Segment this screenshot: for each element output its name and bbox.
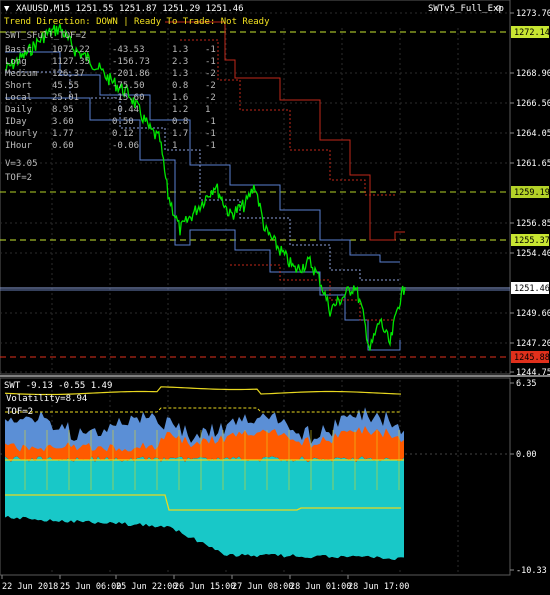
stats-cell: -1: [205, 129, 216, 139]
price-tick-label: 1268.90: [516, 69, 550, 79]
stats-cell: -156.73: [112, 57, 150, 67]
status-line: Trend Direction: DOWN | Ready To Trade: …: [4, 17, 270, 27]
stats-cell: Local: [5, 93, 32, 103]
stats-cell: Short: [5, 81, 32, 91]
price-level-value: 1245.88: [514, 353, 550, 363]
stats-cell: IDay: [5, 117, 27, 127]
price-level-value: 1272.14: [514, 28, 550, 38]
stats-cell: 2.3: [172, 57, 188, 67]
stats-cell: -43.53: [112, 45, 145, 55]
terminal-chart-window: 1272.14 1259.19 1255.37 1251.46 1245.88 1273…: [0, 0, 550, 595]
stats-cell: IHour: [5, 141, 33, 151]
stats-cell: -1: [205, 141, 216, 151]
stats-cell: 1.6: [172, 93, 188, 103]
tof-value: TOF=2: [5, 173, 32, 183]
price-tick-label: 1264.05: [516, 129, 550, 139]
sub-tick-label: 0.00: [516, 450, 536, 460]
stats-cell: 1.7: [172, 129, 188, 139]
stats-cell: -15.60: [112, 93, 145, 103]
time-tick-label: 25 Jun 06:00: [60, 582, 121, 592]
stats-cell: 0.60: [52, 141, 74, 151]
time-tick-label: 27 Jun 08:00: [232, 582, 293, 592]
price-level-value: 1251.46: [514, 284, 550, 294]
stats-cell: 1072.22: [52, 45, 90, 55]
stats-cell: -75.50: [112, 81, 145, 91]
stats-cell: 126.37: [52, 69, 85, 79]
sub-tick-label: -10.33: [516, 566, 547, 576]
sub-value-axis: 6.35 0.00 -10.33: [510, 379, 547, 576]
stats-cell: Daily: [5, 105, 33, 115]
price-level-value: 1255.37: [514, 236, 550, 246]
price-tick-label: 1261.65: [516, 159, 550, 169]
dropdown-arrow-icon[interactable]: ▼: [4, 4, 10, 14]
stats-cell: -0.06: [112, 141, 139, 151]
stats-cell: 45.55: [52, 81, 79, 91]
stats-cell: 0.8: [172, 81, 188, 91]
sub-tof-value: TOF=2: [6, 407, 33, 417]
smiley-icon: ☺: [496, 4, 502, 14]
time-axis: 22 Jun 2018 25 Jun 06:0025 Jun 22:0026 Ju…: [1, 575, 409, 592]
stats-cell: 1: [205, 105, 210, 115]
stats-cell: 3.60: [52, 117, 74, 127]
price-tick-label: 1249.60: [516, 309, 550, 319]
price-tick-label: 1254.40: [516, 249, 550, 259]
stats-cell: Hourly: [5, 129, 38, 139]
stats-cell: 0.8: [172, 117, 188, 127]
price-tick-label: 1266.50: [516, 99, 550, 109]
stats-cell: -2: [205, 69, 216, 79]
stats-cell: 1.3: [172, 45, 188, 55]
price-tick-label: 1244.75: [516, 368, 550, 378]
stats-cell: Medium: [5, 69, 38, 79]
stats-cell: -1: [205, 117, 216, 127]
stats-cell: 8.95: [52, 105, 74, 115]
v-value: V=3.05: [5, 159, 38, 169]
stats-cell: 0.12: [112, 129, 134, 139]
stats-cell: 1: [172, 141, 177, 151]
stats-cell: -1: [205, 45, 216, 55]
price-level-value: 1259.19: [514, 188, 550, 198]
sub-tick-label: 6.35: [516, 379, 536, 389]
time-tick-label: 26 Jun 15:00: [174, 582, 235, 592]
swt-info-line: SWT_SFull_TOF=2: [5, 31, 86, 41]
chart-canvas[interactable]: 1272.14 1259.19 1255.37 1251.46 1245.88 1273…: [0, 0, 550, 595]
time-tick-label: 22 Jun 2018: [2, 582, 58, 592]
stats-cell: Basic: [5, 45, 32, 55]
stats-cell: -2: [205, 81, 216, 91]
stats-cell: 0.50: [112, 117, 134, 127]
symbol-info: XAUUSD,M15 1251.55 1251.87 1251.29 1251.…: [16, 4, 244, 14]
price-tick-label: 1273.70: [516, 9, 550, 19]
time-tick-label: 28 Jun 01:00: [290, 582, 351, 592]
stats-cell: -1: [205, 57, 216, 67]
stats-cell: 1.3: [172, 69, 188, 79]
stats-cell: 1.2: [172, 105, 188, 115]
stats-cell: 1127.35: [52, 57, 90, 67]
stats-cell: 1.77: [52, 129, 74, 139]
price-tick-label: 1247.20: [516, 339, 550, 349]
stats-cell: -0.44: [112, 105, 139, 115]
expert-advisor-label: SWTv5_Full_Exp: [428, 4, 504, 14]
time-tick-label: 28 Jun 17:00: [348, 582, 409, 592]
volatility-value: Volatility=8.94: [6, 394, 87, 404]
stats-cell: -2: [205, 93, 216, 103]
time-tick-label: 25 Jun 22:00: [116, 582, 177, 592]
price-tick-label: 1256.85: [516, 219, 550, 229]
stats-cell: 25.01: [52, 93, 79, 103]
stats-cell: -201.86: [112, 69, 150, 79]
swt-sub-title: SWT -9.13 -0.55 1.49: [4, 381, 112, 391]
stats-cell: Long: [5, 57, 27, 67]
